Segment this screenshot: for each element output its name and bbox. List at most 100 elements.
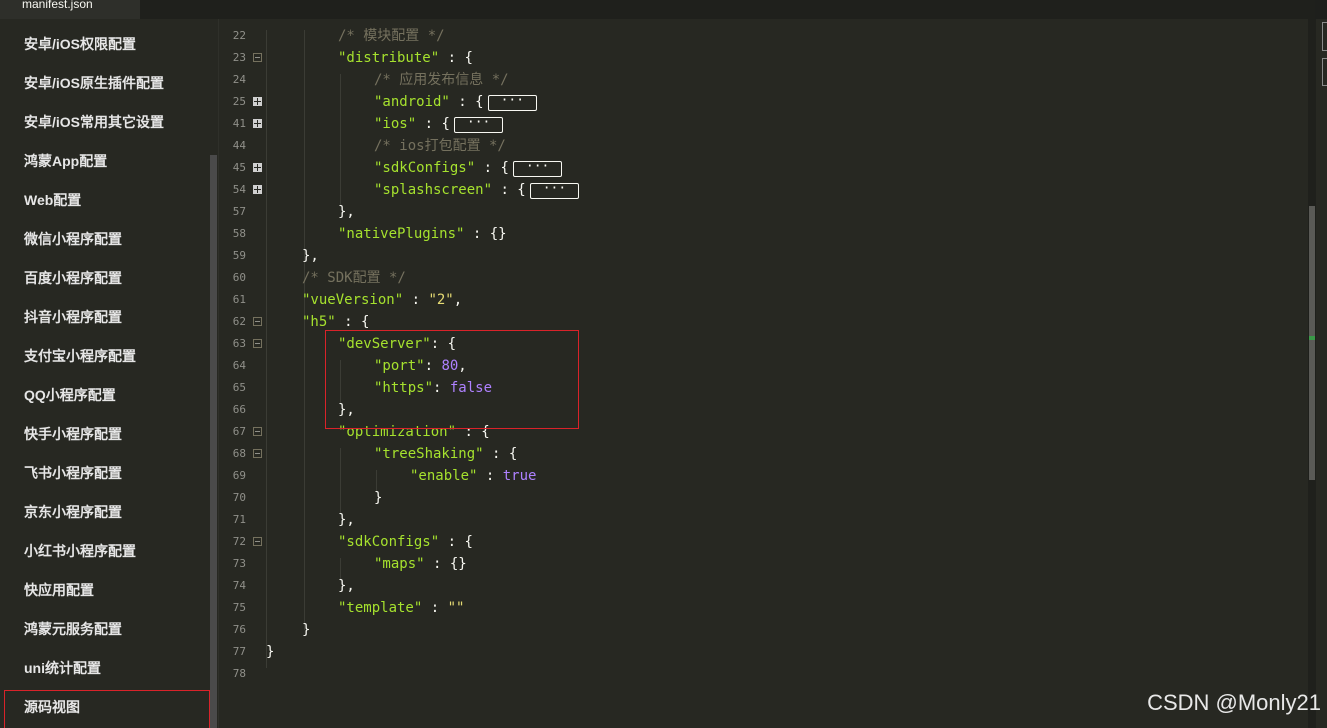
line-number: 65: [232, 381, 246, 394]
code-line: 58 "nativePlugins" : {}: [218, 223, 1308, 245]
collapsed-block-marker[interactable]: ···: [487, 94, 538, 111]
fold-collapse-icon[interactable]: [253, 449, 262, 458]
code-line: 60 /* SDK配置 */: [218, 267, 1308, 289]
sidebar-active-highlight: [4, 690, 210, 728]
line-number: 45: [232, 161, 246, 174]
json-key: "sdkConfigs": [338, 534, 440, 550]
sidebar-item-web[interactable]: Web配置: [24, 189, 81, 211]
code-line: 77 }: [218, 641, 1308, 663]
sidebar-item-jd[interactable]: 京东小程序配置: [24, 501, 122, 523]
line-number: 62: [232, 315, 246, 328]
code-line: 68 "treeShaking" : {: [218, 443, 1308, 465]
code-line: 70 }: [218, 487, 1308, 509]
code-line: 23 "distribute" : {: [218, 47, 1308, 69]
fold-collapse-icon[interactable]: [253, 339, 262, 348]
scrollbar-change-marker: [1309, 336, 1315, 340]
json-key: "template": [338, 600, 423, 616]
json-key: "nativePlugins": [338, 226, 465, 242]
line-number: 74: [232, 579, 246, 592]
editor-scrollbar-thumb[interactable]: [1309, 206, 1315, 480]
sidebar-item-xiaohongshu[interactable]: 小红书小程序配置: [24, 540, 136, 562]
line-number: 69: [232, 469, 246, 482]
line-number: 59: [232, 249, 246, 262]
fold-expand-icon[interactable]: [253, 97, 262, 106]
line-number: 73: [232, 557, 246, 570]
line-number: 23: [232, 51, 246, 64]
line-number: 58: [232, 227, 246, 240]
sidebar-item-ios-permissions[interactable]: 安卓/iOS权限配置: [24, 33, 136, 55]
json-key: "android": [374, 94, 450, 110]
json-boolean: true: [502, 468, 537, 484]
line-number: 41: [232, 117, 246, 130]
tab-manifest-json[interactable]: manifest.json: [0, 0, 140, 19]
fold-collapse-icon[interactable]: [253, 317, 262, 326]
sidebar-item-quickapp[interactable]: 快应用配置: [24, 579, 94, 601]
code-line: 78: [218, 663, 1308, 685]
line-number: 60: [232, 271, 246, 284]
code-line: 76 }: [218, 619, 1308, 641]
line-number: 22: [232, 29, 246, 42]
code-line: 59 },: [218, 245, 1308, 267]
line-number: 44: [232, 139, 246, 152]
code-line: 25 "android" : {···: [218, 91, 1308, 113]
code-comment: /* 应用发布信息 */: [374, 72, 509, 88]
line-number: 67: [232, 425, 246, 438]
sidebar-item-harmony-service[interactable]: 鸿蒙元服务配置: [24, 618, 122, 640]
fold-collapse-icon[interactable]: [253, 53, 262, 62]
json-string: "": [447, 600, 465, 616]
sidebar-item-douyin[interactable]: 抖音小程序配置: [24, 306, 122, 328]
minimap[interactable]: [1316, 19, 1327, 728]
tab-bar: manifest.json: [0, 0, 1327, 19]
collapsed-block-marker[interactable]: ···: [529, 182, 580, 199]
line-number: 78: [232, 667, 246, 680]
json-key: "vueVersion": [302, 292, 404, 308]
code-line: 61 "vueVersion" : "2",: [218, 289, 1308, 311]
json-key: "distribute": [338, 50, 440, 66]
annotation-highlight-box: [325, 330, 579, 429]
fold-expand-icon[interactable]: [253, 185, 262, 194]
json-key: "treeShaking": [374, 446, 484, 462]
line-number: 68: [232, 447, 246, 460]
code-comment: /* 模块配置 */: [338, 28, 445, 44]
code-line: 22 /* 模块配置 */: [218, 25, 1308, 47]
fold-expand-icon[interactable]: [253, 163, 262, 172]
sidebar-item-weixin[interactable]: 微信小程序配置: [24, 228, 122, 250]
line-number: 54: [232, 183, 246, 196]
fold-expand-icon[interactable]: [253, 119, 262, 128]
line-number: 61: [232, 293, 246, 306]
line-number: 77: [232, 645, 246, 658]
line-number: 72: [232, 535, 246, 548]
sidebar-scrollbar[interactable]: [210, 155, 217, 728]
sidebar-item-qq[interactable]: QQ小程序配置: [24, 384, 116, 406]
code-line: 74 },: [218, 575, 1308, 597]
sidebar-item-uni-stat[interactable]: uni统计配置: [24, 657, 101, 679]
sidebar-item-alipay[interactable]: 支付宝小程序配置: [24, 345, 136, 367]
code-line: 71 },: [218, 509, 1308, 531]
collapsed-block-marker[interactable]: ···: [453, 116, 504, 133]
json-string: "2": [428, 292, 454, 308]
settings-sidebar: 安卓/iOS权限配置 安卓/iOS原生插件配置 安卓/iOS常用其它设置 鸿蒙A…: [0, 19, 218, 728]
fold-collapse-icon[interactable]: [253, 427, 262, 436]
sidebar-item-kuaishou[interactable]: 快手小程序配置: [24, 423, 122, 445]
sidebar-item-native-plugins[interactable]: 安卓/iOS原生插件配置: [24, 72, 164, 94]
sidebar-item-harmony-app[interactable]: 鸿蒙App配置: [24, 150, 107, 172]
line-number: 63: [232, 337, 246, 350]
code-comment: /* ios打包配置 */: [374, 138, 506, 154]
code-line: 44 /* ios打包配置 */: [218, 135, 1308, 157]
json-key: "sdkConfigs": [374, 160, 476, 176]
tab-bar-empty-area: [140, 0, 1315, 19]
collapsed-block-marker[interactable]: ···: [512, 160, 563, 177]
line-number: 57: [232, 205, 246, 218]
line-number: 25: [232, 95, 246, 108]
sidebar-item-baidu[interactable]: 百度小程序配置: [24, 267, 122, 289]
code-line: 69 "enable" : true: [218, 465, 1308, 487]
json-key: "ios": [374, 116, 417, 132]
sidebar-item-other-settings[interactable]: 安卓/iOS常用其它设置: [24, 111, 164, 133]
json-key: "h5": [302, 314, 336, 330]
sidebar-item-feishu[interactable]: 飞书小程序配置: [24, 462, 122, 484]
line-number: 76: [232, 623, 246, 636]
json-key: "maps": [374, 556, 425, 572]
code-line: 72 "sdkConfigs" : {: [218, 531, 1308, 553]
line-number: 64: [232, 359, 246, 372]
fold-collapse-icon[interactable]: [253, 537, 262, 546]
